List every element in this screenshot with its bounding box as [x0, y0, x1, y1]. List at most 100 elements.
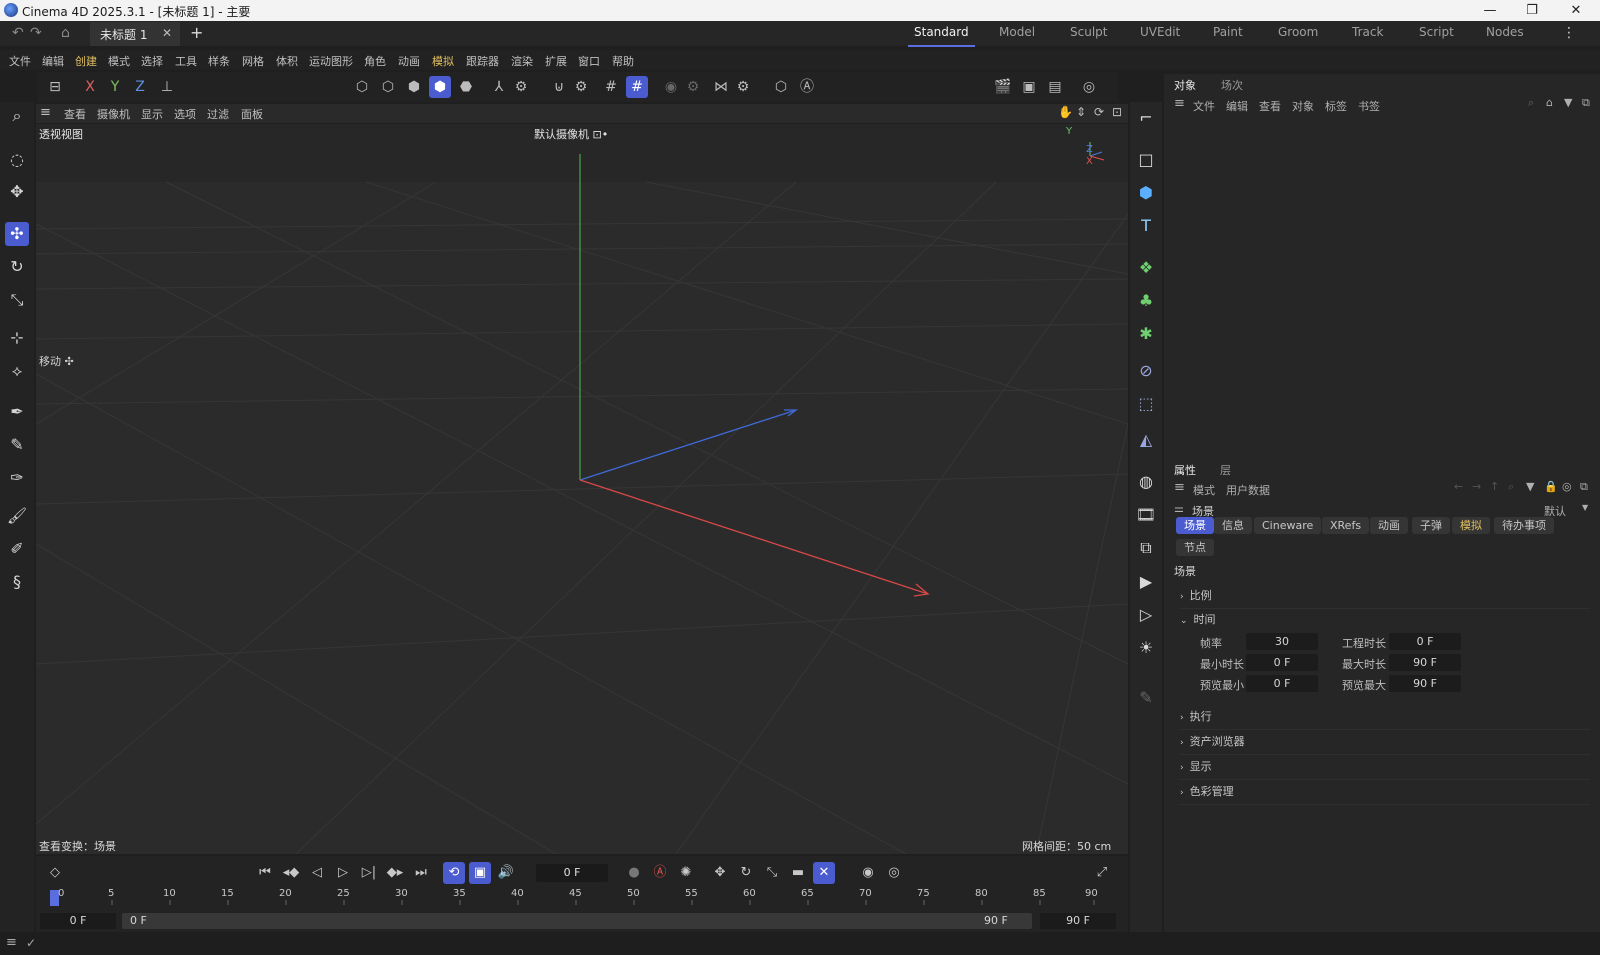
range-end-field[interactable]: 90 F — [1040, 913, 1116, 929]
menu-file[interactable]: 文件 — [9, 53, 31, 69]
layout-groom[interactable]: Groom — [1278, 25, 1318, 39]
play-icon[interactable]: ▷ — [332, 862, 354, 884]
object-mode-icon[interactable]: ⬢ — [429, 76, 451, 98]
layout-track[interactable]: Track — [1352, 25, 1383, 39]
symmetry-icon[interactable]: ⋈ — [710, 76, 732, 98]
menu-tracker[interactable]: 跟踪器 — [466, 53, 499, 69]
field-icon[interactable]: ⬚ — [1134, 392, 1158, 416]
soft-selection-icon[interactable]: ⊍ — [548, 76, 570, 98]
lock-z-axis-button[interactable]: Z — [129, 76, 151, 98]
move-tool-icon[interactable]: ✣ — [5, 222, 29, 246]
objects-home-icon[interactable]: ⌂ — [1546, 96, 1553, 109]
timeline-settings-icon[interactable]: ◎ — [883, 862, 905, 884]
chip-info[interactable]: 信息 — [1214, 517, 1252, 534]
auto-key-icon[interactable]: Ⓐ — [796, 76, 818, 98]
tab-objects[interactable]: 对象 — [1174, 77, 1196, 93]
layout-paint[interactable]: Paint — [1213, 25, 1243, 39]
record-keys-icon[interactable]: ● — [623, 862, 645, 884]
coordinate-system-icon[interactable]: ⊥ — [156, 76, 178, 98]
lock-x-axis-button[interactable]: X — [79, 76, 101, 98]
viewport-menu-cameras[interactable]: 摄像机 — [97, 106, 130, 122]
loop-icon[interactable]: ⟲ — [443, 862, 465, 884]
camera-object-icon[interactable]: 🎞 — [1134, 503, 1158, 527]
objects-menu-view[interactable]: 查看 — [1259, 98, 1281, 114]
project-length-field[interactable]: 0 F — [1389, 633, 1461, 650]
menu-mesh[interactable]: 网格 — [242, 53, 264, 69]
objects-new-window-icon[interactable]: ⧉ — [1582, 96, 1590, 110]
tab-takes[interactable]: 场次 — [1221, 77, 1243, 93]
chip-nodes[interactable]: 节点 — [1176, 539, 1214, 556]
attributes-menu-user-data[interactable]: 用户数据 — [1226, 482, 1270, 498]
sculpt-icon[interactable]: ✐ — [5, 537, 29, 561]
uv-mode-icon[interactable]: ⬣ — [455, 76, 477, 98]
menu-extensions[interactable]: 扩展 — [545, 53, 567, 69]
lock-icon[interactable]: 🔒 — [1544, 480, 1558, 493]
viewport-menu-display[interactable]: 显示 — [141, 106, 163, 122]
more-options-icon[interactable]: ⋮ — [1562, 25, 1576, 41]
menu-edit[interactable]: 编辑 — [42, 53, 64, 69]
previous-key-icon[interactable]: ◂◆ — [280, 862, 302, 884]
current-frame-field[interactable]: 0 F — [536, 864, 608, 882]
redo-icon[interactable]: ↷ — [30, 25, 42, 41]
attributes-search-icon[interactable]: ⌕ — [1508, 480, 1514, 494]
workplane-settings-icon[interactable]: ⚙ — [682, 76, 704, 98]
objects-filter-icon[interactable]: ▼ — [1564, 96, 1572, 109]
key-rotation-icon[interactable]: ↻ — [735, 862, 757, 884]
spline-tools-icon[interactable]: ✎ — [5, 433, 29, 457]
tab-layers[interactable]: 层 — [1220, 462, 1231, 478]
go-to-end-icon[interactable]: ⏭ — [410, 862, 432, 884]
menu-character[interactable]: 角色 — [364, 53, 386, 69]
group-asset-browser[interactable]: › 资产浏览器 — [1180, 733, 1590, 755]
environment-icon[interactable]: ◍ — [1134, 470, 1158, 494]
null-object-icon[interactable]: □ — [1134, 148, 1158, 172]
fps-field[interactable]: 30 — [1246, 633, 1318, 650]
home-icon[interactable]: ⌂ — [61, 25, 70, 41]
preview-range-bar[interactable]: 0 F 90 F — [122, 913, 1032, 929]
range-start-field[interactable]: 0 F — [40, 913, 116, 929]
viewport-hamburger-icon[interactable]: ≡ — [40, 105, 51, 120]
preview-min-field[interactable]: 0 F — [1246, 675, 1318, 692]
layout-script[interactable]: Script — [1419, 25, 1454, 39]
perspective-viewport[interactable]: 透视视图 默认摄像机 ⊡• Y Z X 移动 ✣ 查看变换：场景 网格间距：50… — [36, 124, 1128, 854]
menu-tools[interactable]: 工具 — [175, 53, 197, 69]
polygon-pen-icon[interactable]: ✑ — [5, 466, 29, 490]
objects-menu-object[interactable]: 对象 — [1292, 98, 1314, 114]
layout-nodes[interactable]: Nodes — [1486, 25, 1524, 39]
menu-render[interactable]: 渲染 — [511, 53, 533, 69]
spline-pen-icon[interactable]: ✒ — [5, 400, 29, 424]
fcurve-icon[interactable]: ⤢ — [1091, 862, 1113, 884]
subdivision-surface-icon[interactable]: ❖ — [1134, 256, 1158, 280]
symmetry-settings-icon[interactable]: ⚙ — [732, 76, 754, 98]
frame-ruler[interactable]: 0 5 10 15 20 25 30 35 40 45 50 55 60 65 … — [50, 888, 1098, 906]
chip-bullet[interactable]: 子弹 — [1412, 517, 1450, 534]
undo-icon[interactable]: ↶ — [12, 25, 24, 41]
viewport-menu-panel[interactable]: 面板 — [241, 106, 263, 122]
viewport-solo-icon[interactable]: ⬡ — [770, 76, 792, 98]
layout-sculpt[interactable]: Sculpt — [1070, 25, 1107, 39]
previous-frame-icon[interactable]: ◁ — [306, 862, 328, 884]
preview-max-field[interactable]: 90 F — [1389, 675, 1461, 692]
volume-builder-icon[interactable]: ◭ — [1134, 428, 1158, 452]
restore-button[interactable]: ❐ — [1512, 1, 1552, 20]
next-frame-icon[interactable]: ▷| — [358, 862, 380, 884]
menu-select[interactable]: 选择 — [141, 53, 163, 69]
orbit-view-icon[interactable]: ⟳ — [1094, 105, 1104, 119]
keyframe-mode-icon[interactable]: ◇ — [44, 862, 66, 884]
group-time[interactable]: ⌄ 时间 — [1180, 611, 1590, 632]
objects-menu-file[interactable]: 文件 — [1193, 98, 1215, 114]
workplane-icon[interactable]: ◉ — [660, 76, 682, 98]
model-mode-icon[interactable]: ⊟ — [44, 76, 66, 98]
edges-mode-icon[interactable]: ⬡ — [377, 76, 399, 98]
chip-simulation[interactable]: 模拟 — [1452, 517, 1490, 534]
min-time-field[interactable]: 0 F — [1246, 654, 1318, 671]
viewport-menu-options[interactable]: 选项 — [174, 106, 196, 122]
group-display[interactable]: › 显示 — [1180, 758, 1590, 780]
menu-animate[interactable]: 动画 — [398, 53, 420, 69]
menu-spline[interactable]: 样条 — [208, 53, 230, 69]
record-icon[interactable]: ▷ — [1134, 603, 1158, 627]
layout-standard[interactable]: Standard — [908, 25, 975, 47]
menu-simulate[interactable]: 模拟 — [432, 53, 454, 69]
axis-settings-icon[interactable]: ⚙ — [510, 76, 532, 98]
minimize-button[interactable]: — — [1470, 1, 1510, 20]
selection-tools-icon[interactable]: ✥ — [5, 180, 29, 204]
